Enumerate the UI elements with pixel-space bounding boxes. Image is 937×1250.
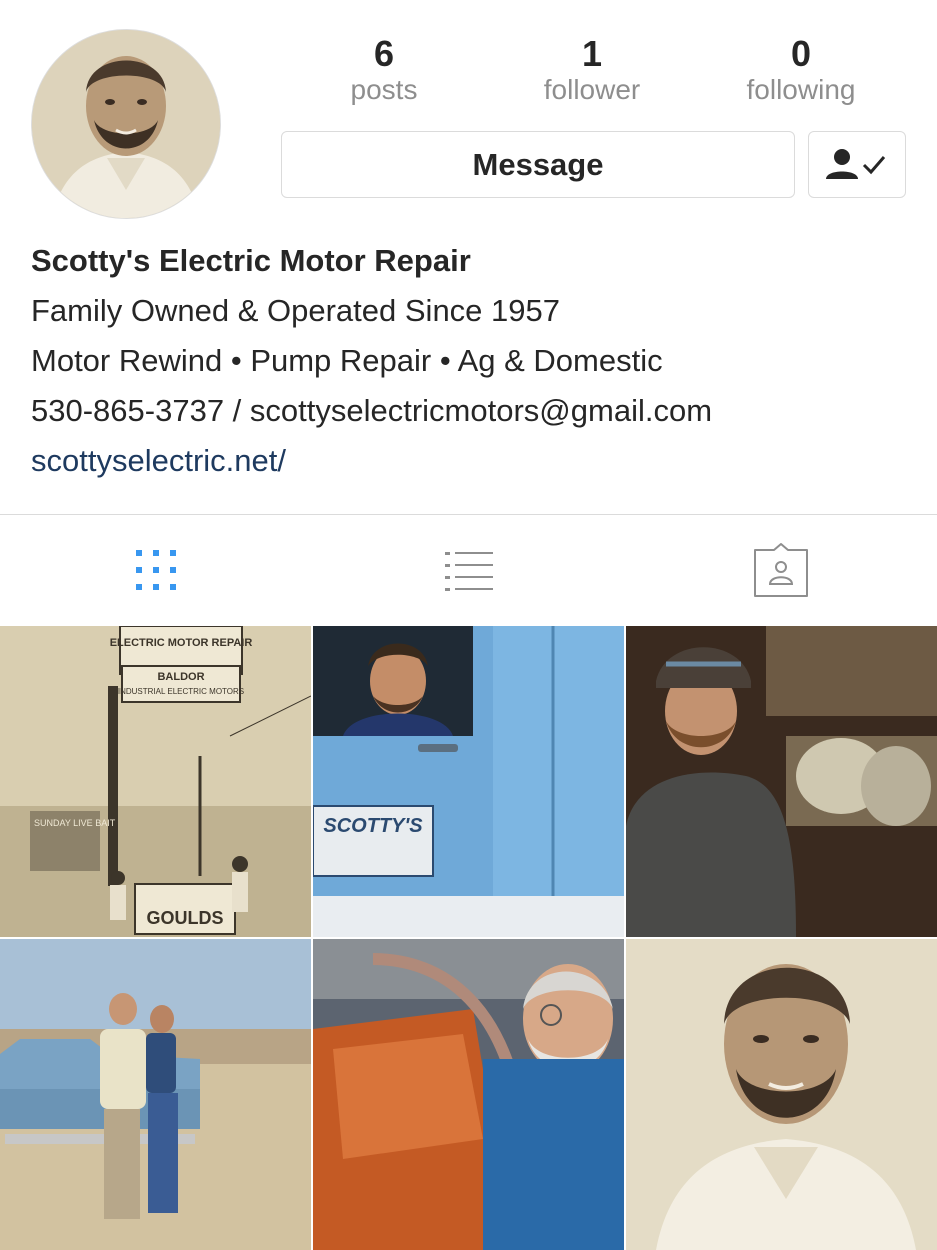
post-image: [626, 939, 937, 1250]
tab-grid[interactable]: [121, 540, 191, 600]
profile-name: Scotty's Electric Motor Repair: [31, 243, 471, 278]
door-logo-text: SCOTTY'S: [323, 815, 423, 837]
following-toggle-button[interactable]: [808, 131, 906, 198]
divider: [0, 514, 937, 515]
tab-list[interactable]: [434, 540, 504, 600]
followers-count: 1: [581, 33, 603, 74]
followers-label: follower: [543, 74, 641, 105]
bio-line: Family Owned & Operated Since 1957: [31, 293, 560, 328]
posts-label: posts: [350, 74, 418, 105]
message-button[interactable]: Message: [281, 131, 795, 198]
bio-line: Motor Rewind • Pump Repair • Ag & Domest…: [31, 343, 663, 378]
bio-line[interactable]: 530-865-3737 / scottyselectricmotors@gma…: [31, 386, 921, 436]
avatar-portrait: [32, 30, 220, 218]
post-image: SCOTTY'S: [313, 626, 624, 937]
post-thumbnail[interactable]: [626, 626, 937, 937]
profile-bio: Scotty's Electric Motor Repair Family Ow…: [31, 236, 921, 486]
following-count: 0: [790, 33, 812, 74]
following-label: following: [746, 74, 856, 105]
stat-posts[interactable]: 6 posts: [304, 34, 464, 106]
posts-count: 6: [373, 33, 395, 74]
sign-text-industrial: INDUSTRIAL ELECTRIC MOTORS: [118, 687, 244, 696]
stat-following[interactable]: 0 following: [721, 34, 881, 106]
post-thumbnail[interactable]: [626, 939, 937, 1250]
post-image: [313, 939, 624, 1250]
sign-text-goulds: GOULDS: [146, 908, 223, 928]
list-icon: [445, 552, 493, 591]
post-thumbnail[interactable]: ELECTRIC MOTOR REPAIR BALDOR INDUSTRIAL …: [0, 626, 311, 937]
sign-text-sunday: SUNDAY LIVE BAIT: [34, 818, 116, 828]
person-check-icon: [826, 148, 886, 179]
sign-text-baldor: BALDOR: [157, 671, 204, 683]
post-image: ELECTRIC MOTOR REPAIR BALDOR INDUSTRIAL …: [0, 626, 311, 937]
post-image: [626, 626, 937, 937]
post-thumbnail[interactable]: [313, 939, 624, 1250]
post-image: [0, 939, 311, 1250]
tab-tagged[interactable]: [746, 540, 816, 600]
post-thumbnail[interactable]: [0, 939, 311, 1250]
website-link[interactable]: scottyselectric.net/: [31, 436, 921, 486]
sign-text: ELECTRIC MOTOR REPAIR: [110, 637, 253, 649]
grid-icon: [136, 550, 176, 590]
profile-avatar[interactable]: [31, 29, 221, 219]
stat-followers[interactable]: 1 follower: [512, 34, 672, 106]
tagged-icon: [754, 543, 808, 597]
post-thumbnail[interactable]: SCOTTY'S: [313, 626, 624, 937]
